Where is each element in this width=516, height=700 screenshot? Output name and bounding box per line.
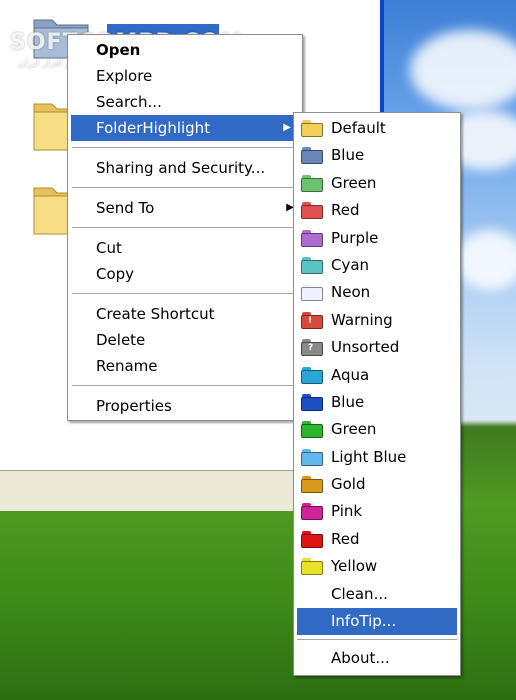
menu-item-delete[interactable]: Delete [68,327,302,353]
menu-item-label: Copy [96,265,135,283]
menu-item-label: Blue [331,392,365,411]
folder-lightblue-icon [301,448,323,466]
menu-item-open[interactable]: Open [68,37,302,63]
menu-separator [72,227,300,229]
menu-item-cyan[interactable]: Cyan [294,252,460,279]
menu-separator [72,187,300,189]
menu-separator [72,385,300,387]
menu-item-label: Send To [96,199,155,217]
menu-item-about[interactable]: About... [294,645,460,672]
menu-item-label: Properties [96,397,172,415]
menu-separator [72,293,300,295]
folder-cyan-icon [301,256,323,274]
menu-separator [297,639,457,642]
menu-item-label: Gold [331,475,366,494]
menu-item-label: Red [331,201,360,220]
submenu-arrow-icon: ▶ [283,122,291,133]
menu-item-warning[interactable]: ! Warning [294,307,460,334]
menu-item-label: InfoTip... [331,612,397,631]
folder-green-icon [301,174,323,192]
menu-item-infotip[interactable]: InfoTip... [297,608,457,636]
folder-darkblue-icon [301,393,323,411]
menu-item-label: Explore [96,67,153,85]
folder-gold-icon [301,476,323,494]
menu-item-blue[interactable]: Blue [294,142,460,169]
menu-item-green[interactable]: Green [294,170,460,197]
menu-item-gold[interactable]: Gold [294,471,460,498]
menu-item-folderhighlight[interactable]: FolderHighlight ▶ [71,115,299,141]
menu-item-label: Light Blue [331,447,407,466]
menu-item-label: FolderHighlight [96,119,211,137]
menu-item-label: Pink [331,502,363,521]
menu-item-blue[interactable]: Blue [294,389,460,416]
menu-item-label: Purple [331,228,379,247]
menu-item-label: Rename [96,357,158,375]
folder-icon[interactable] [32,96,72,152]
menu-item-search[interactable]: Search... [68,89,302,115]
menu-item-label: Blue [331,146,365,165]
context-menu: Open Explore Search... FolderHighlight ▶ Shar… [67,34,303,421]
menu-item-yellow[interactable]: Yellow [294,553,460,580]
menu-item-default[interactable]: Default [294,115,460,142]
menu-item-send-to[interactable]: Send To ▶ [68,195,302,221]
menu-item-clean[interactable]: Clean... [294,581,460,608]
folder-default-icon [301,120,323,137]
menu-item-label: Sharing and Security... [96,159,266,177]
menu-item-properties[interactable]: Properties [68,393,302,419]
folder-icon[interactable] [32,180,72,236]
menu-item-label: Default [331,119,386,137]
menu-item-label: Create Shortcut [96,305,215,323]
menu-item-label: Yellow [331,557,378,576]
menu-item-label: Open [96,41,141,59]
menu-item-unsorted[interactable]: ? Unsorted [294,334,460,361]
menu-item-explore[interactable]: Explore [68,63,302,89]
menu-item-label: Aqua [331,365,370,384]
folder-purple-icon [301,229,323,247]
menu-item-label: Cut [96,239,122,257]
menu-item-label: Cyan [331,255,370,274]
folder-yellow-icon [301,558,323,576]
menu-item-sharing-and-security[interactable]: Sharing and Security... [68,155,302,181]
menu-item-aqua[interactable]: Aqua [294,362,460,389]
menu-item-label: Warning [331,310,393,329]
menu-item-label: Red [331,529,360,548]
menu-item-neon[interactable]: Neon [294,279,460,306]
menu-item-green[interactable]: Green [294,416,460,443]
menu-item-label: Green [331,173,377,192]
menu-item-rename[interactable]: Rename [68,353,302,379]
folderhighlight-submenu: Default Blue Green Red Purple Cyan Neon! Warnin… [293,112,461,676]
folder-warning-icon: ! [301,311,323,329]
menu-item-label: Delete [96,331,146,349]
folder-neon-icon [301,284,323,302]
menu-item-red[interactable]: Red [294,526,460,553]
menu-separator [72,147,300,149]
menu-item-label: About... [331,649,390,668]
menu-item-label: Neon [331,283,371,302]
folder-pink-icon [301,503,323,521]
menu-item-label: Clean... [331,584,388,603]
folder-unsorted-icon: ? [301,339,323,357]
menu-item-label: Unsorted [331,338,400,357]
folder-brightred-icon [301,530,323,548]
menu-item-purple[interactable]: Purple [294,225,460,252]
folder-red-icon [301,202,323,220]
folder-brightgreen-icon [301,421,323,439]
menu-item-red[interactable]: Red [294,197,460,224]
folder-aqua-icon [301,366,323,384]
menu-item-copy[interactable]: Copy [68,261,302,287]
menu-item-light-blue[interactable]: Light Blue [294,444,460,471]
menu-item-pink[interactable]: Pink [294,498,460,525]
folder-blue-icon [301,147,323,165]
menu-item-label: Green [331,420,377,439]
menu-item-create-shortcut[interactable]: Create Shortcut [68,301,302,327]
menu-item-cut[interactable]: Cut [68,235,302,261]
menu-item-label: Search... [96,93,162,111]
